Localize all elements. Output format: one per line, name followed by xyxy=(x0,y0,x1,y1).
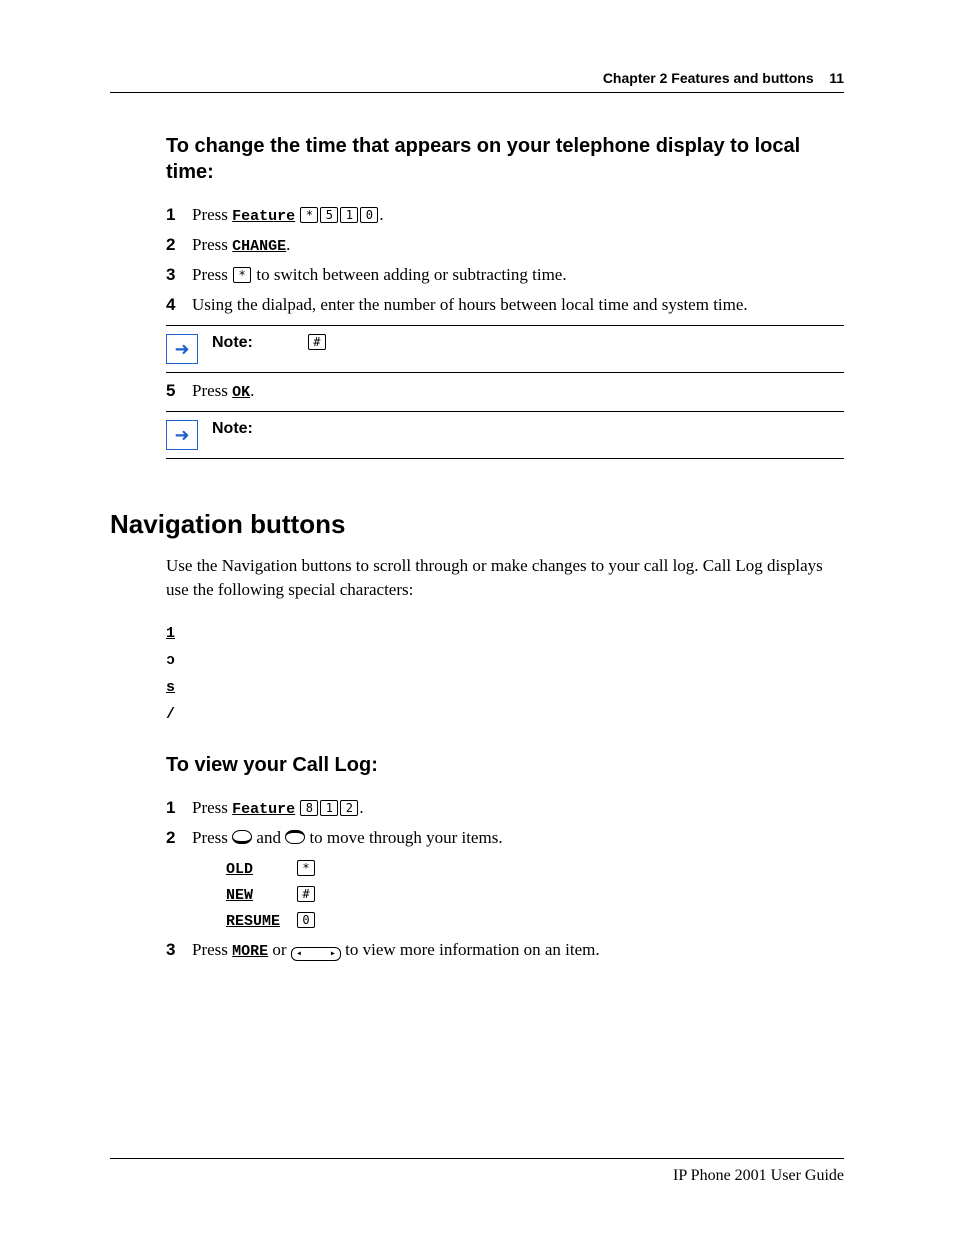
list-item: NEW# xyxy=(226,884,844,904)
keycap-2: 2 xyxy=(340,800,358,816)
keycap-0: 0 xyxy=(360,207,378,223)
keycap-5: 5 xyxy=(320,207,338,223)
softkey-new: NEW xyxy=(226,887,296,904)
note-box: ➜ Note: # xyxy=(166,325,844,373)
softkey-old: OLD xyxy=(226,861,296,878)
list-item: OLD* xyxy=(226,858,844,878)
heading-navigation-buttons: Navigation buttons xyxy=(110,509,844,540)
nav-down-icon xyxy=(285,830,305,844)
step-item: 4 Using the dialpad, enter the number of… xyxy=(166,295,844,315)
running-header: Chapter 2 Features and buttons 11 xyxy=(110,70,844,93)
navigation-intro: Use the Navigation buttons to scroll thr… xyxy=(166,554,844,602)
step-number: 1 xyxy=(166,798,192,818)
keycap-1: 1 xyxy=(340,207,358,223)
steps-change-time: 1 Press Feature *510. 2 Press CHANGE. 3 … xyxy=(166,205,844,315)
arrow-right-icon: ➜ xyxy=(166,334,198,364)
steps-view-call-log-cont: 3 Press MORE or ◂▸ to view more informat… xyxy=(166,940,844,961)
keycap-star: * xyxy=(297,860,315,876)
step-number: 1 xyxy=(166,205,192,225)
softkey-resume: RESUME xyxy=(226,913,296,930)
list-item: RESUME0 xyxy=(226,910,844,930)
step-item: 1 Press Feature *510. xyxy=(166,205,844,225)
softkey-change: CHANGE xyxy=(232,238,286,255)
special-char: ↄ xyxy=(166,647,844,674)
step-number: 5 xyxy=(166,381,192,401)
softkey-more: MORE xyxy=(232,943,268,960)
note-box: ➜ Note: xyxy=(166,411,844,459)
steps-change-time-cont: 5 Press OK. xyxy=(166,381,844,401)
page-number: 11 xyxy=(829,70,844,86)
step-item: 1 Press Feature 812. xyxy=(166,798,844,818)
softkey-feature: Feature xyxy=(232,801,295,818)
step-item: 2 Press and to move through your items. xyxy=(166,828,844,848)
footer-guide-title: IP Phone 2001 User Guide xyxy=(110,1158,844,1185)
section-heading-change-time: To change the time that appears on your … xyxy=(166,133,844,185)
special-char: / xyxy=(166,701,844,728)
note-label: Note: xyxy=(212,334,253,352)
step-number: 4 xyxy=(166,295,192,315)
step-number: 2 xyxy=(166,828,192,848)
note-label: Note: xyxy=(212,420,253,438)
chapter-label: Chapter 2 Features and buttons xyxy=(603,70,814,86)
step-item: 3 Press * to switch between adding or su… xyxy=(166,265,844,285)
softkey-ok: OK xyxy=(232,384,250,401)
section-heading-view-call-log: To view your Call Log: xyxy=(166,752,844,778)
step-number: 2 xyxy=(166,235,192,255)
steps-view-call-log: 1 Press Feature 812. 2 Press and to move… xyxy=(166,798,844,848)
softkey-feature: Feature xyxy=(232,208,295,225)
special-char: s xyxy=(166,674,844,701)
keycap-star: * xyxy=(300,207,318,223)
step-text: Using the dialpad, enter the number of h… xyxy=(192,295,844,315)
arrow-right-icon: ➜ xyxy=(166,420,198,450)
special-char: 1 xyxy=(166,620,844,647)
step-item: 5 Press OK. xyxy=(166,381,844,401)
keycap-hash: # xyxy=(297,886,315,902)
call-log-sublist: OLD* NEW# RESUME0 xyxy=(226,858,844,930)
step-number: 3 xyxy=(166,940,192,960)
keycap-star: * xyxy=(233,267,251,283)
keycap-0: 0 xyxy=(297,912,315,928)
volume-bar-icon: ◂▸ xyxy=(291,947,341,961)
keycap-8: 8 xyxy=(300,800,318,816)
step-item: 2 Press CHANGE. xyxy=(166,235,844,255)
step-number: 3 xyxy=(166,265,192,285)
special-characters-list: 1 ↄ s / xyxy=(166,620,844,728)
step-item: 3 Press MORE or ◂▸ to view more informat… xyxy=(166,940,844,961)
nav-up-icon xyxy=(232,830,252,844)
keycap-1: 1 xyxy=(320,800,338,816)
keycap-hash: # xyxy=(308,334,326,350)
